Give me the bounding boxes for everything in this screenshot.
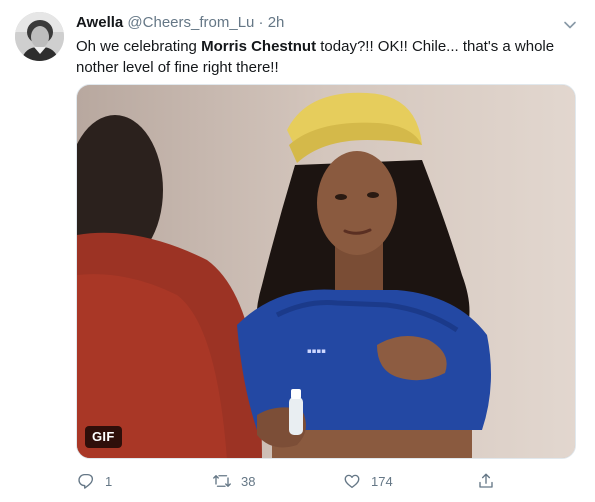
reply-button[interactable]: 1 bbox=[76, 469, 112, 493]
tweet-timestamp[interactable]: 2h bbox=[268, 14, 285, 31]
gif-badge: GIF bbox=[85, 426, 122, 448]
separator-dot: · bbox=[258, 14, 264, 31]
like-count: 174 bbox=[371, 473, 393, 489]
like-button[interactable]: 174 bbox=[342, 469, 393, 493]
heart-icon bbox=[342, 471, 362, 491]
tweet-text-start: Oh we celebrating bbox=[76, 38, 202, 55]
retweet-count: 38 bbox=[241, 473, 256, 489]
svg-text:▪▪▪▪: ▪▪▪▪ bbox=[307, 347, 326, 355]
chevron-down-icon bbox=[564, 21, 576, 29]
reply-icon bbox=[76, 471, 96, 491]
tweet-text: Oh we celebrating Morris Chestnut today?… bbox=[76, 36, 576, 78]
avatar-image bbox=[15, 12, 64, 61]
avatar[interactable] bbox=[15, 12, 64, 61]
author-handle[interactable]: @Cheers_from_Lu bbox=[127, 14, 254, 31]
gif-media[interactable]: ▪▪▪▪ GIF bbox=[76, 84, 576, 459]
reply-count: 1 bbox=[105, 473, 113, 489]
more-options-button[interactable] bbox=[559, 14, 581, 36]
tweet-text-bold: Morris Chestnut bbox=[201, 38, 317, 55]
author-name[interactable]: Awella bbox=[76, 14, 123, 31]
tweet[interactable]: Awella @Cheers_from_Lu · 2h Oh we celebr… bbox=[0, 0, 595, 502]
share-icon bbox=[476, 471, 496, 491]
retweet-button[interactable]: 38 bbox=[212, 469, 255, 493]
gif-frame-image: ▪▪▪▪ bbox=[77, 85, 575, 458]
share-button[interactable] bbox=[476, 469, 496, 493]
tweet-actions: 1 38 174 bbox=[76, 469, 576, 493]
tweet-header: Awella @Cheers_from_Lu · 2h bbox=[76, 13, 284, 33]
retweet-icon bbox=[212, 471, 232, 491]
